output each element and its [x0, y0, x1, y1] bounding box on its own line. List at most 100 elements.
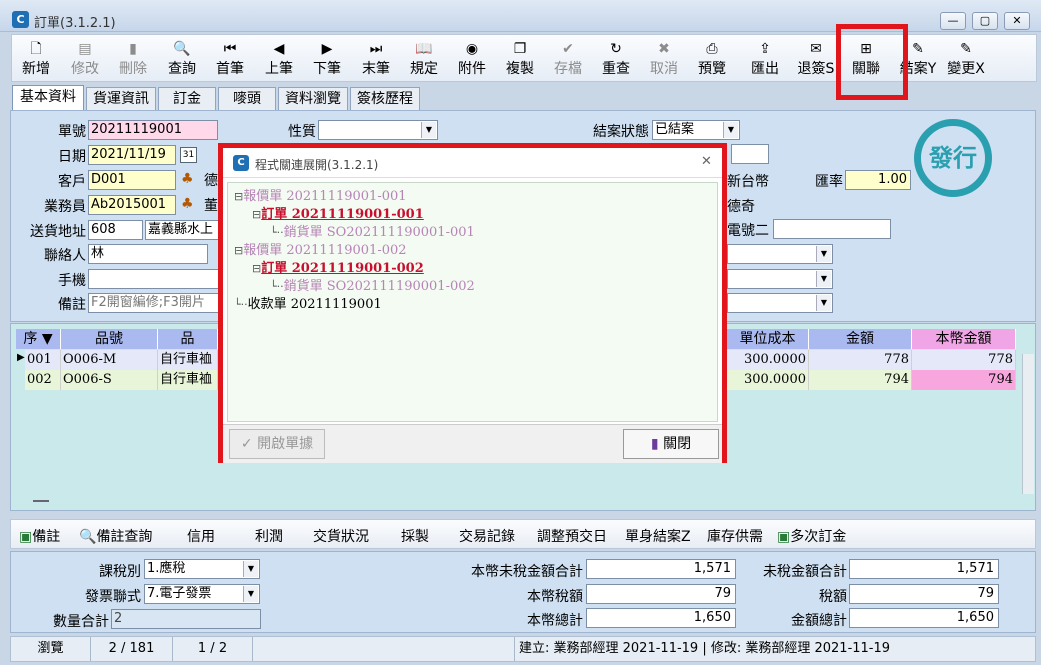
tree-node[interactable]: ⊟報價單 20211119001-001 [234, 185, 407, 204]
grid-cell-seq[interactable]: 002 [25, 370, 61, 390]
grid-cell-amount[interactable]: 778 [809, 350, 912, 370]
customer-lookup-icon[interactable]: ♣ [181, 171, 194, 187]
grid-header-item[interactable]: 品號 [61, 329, 158, 349]
toolbar-button-14[interactable]: ⎙ 預覽 [688, 35, 736, 81]
tab-1[interactable]: 貨運資訊 [86, 87, 156, 110]
close-dialog-button[interactable]: ▮ 關閉 [623, 429, 719, 459]
dropdown-icon-1[interactable]: ▼ [816, 246, 831, 262]
phone2-field[interactable] [773, 219, 891, 239]
toolbar-button-4[interactable]: ⏮ 首筆 [206, 35, 254, 81]
dialog-close-icon[interactable]: ✕ [701, 154, 712, 169]
grid-cell-item[interactable]: O006-S [61, 370, 158, 390]
tab-2[interactable]: 訂金 [158, 87, 216, 110]
detail-toolbar-item-9[interactable]: 庫存供需 [707, 526, 763, 546]
tab-0[interactable]: 基本資料 [12, 85, 84, 110]
toolbar-button-2[interactable]: ▮ 刪除 [109, 35, 157, 81]
toolbar-button-3[interactable]: 🔍 查詢 [158, 35, 206, 81]
customer-field[interactable]: D001 [88, 170, 176, 190]
toolbar-button-7[interactable]: ⏭ 末筆 [352, 35, 400, 81]
grid-cell-base-amount[interactable]: 778 [912, 350, 1016, 370]
toolbar-button-6[interactable]: ▶ 下筆 [303, 35, 351, 81]
detail-toolbar-item-3[interactable]: 利潤 [255, 526, 283, 546]
grid-cell-amount[interactable]: 794 [809, 370, 912, 390]
toolbar-button-15[interactable]: ⇪ 匯出 [739, 35, 791, 81]
toolbar-button-1[interactable]: ▤ 修改 [61, 35, 109, 81]
calendar-icon[interactable]: 31 [180, 147, 197, 163]
detail-toolbar-item-1[interactable]: 🔍備註查詢 [79, 526, 152, 546]
tax-type-dropdown-icon[interactable]: ▼ [243, 561, 258, 577]
invoice-dropdown-icon[interactable]: ▼ [243, 586, 258, 602]
tree-node-label[interactable]: 收款單 20211119001 [248, 297, 382, 312]
grid-cell-cost[interactable]: 300.0000 [727, 350, 809, 370]
detail-toolbar-item-6[interactable]: 交易記錄 [459, 526, 515, 546]
grid-cell-name[interactable]: 自行車裇 [158, 370, 218, 390]
date-field[interactable]: 2021/11/19 [88, 145, 176, 165]
grid-cell-name[interactable]: 自行車裇 [158, 350, 218, 370]
toolbar-button-9[interactable]: ◉ 附件 [448, 35, 496, 81]
maximize-button[interactable]: ▢ [972, 12, 998, 30]
nature-select[interactable] [318, 120, 438, 140]
tree-node[interactable]: └··銷貨單 SO202111190001-002 [270, 275, 475, 294]
detail-toolbar-item-4[interactable]: 交貨狀況 [313, 526, 369, 546]
field-partial-1[interactable] [731, 144, 769, 164]
grid-cell-seq[interactable]: 001 [25, 350, 61, 370]
tree-node[interactable]: └··銷貨單 SO202111190001-001 [270, 221, 475, 240]
grid-cell-cost[interactable]: 300.0000 [727, 370, 809, 390]
open-document-button[interactable]: ✓ 開啟單據 [229, 429, 325, 459]
toolbar-button-12[interactable]: ↻ 重查 [592, 35, 640, 81]
toolbar-button-11[interactable]: ✔ 存檔 [544, 35, 592, 81]
tree-node-label[interactable]: 銷貨單 SO202111190001-002 [284, 279, 475, 294]
grid-header-base-amount[interactable]: 本幣金額 [912, 329, 1016, 349]
status-dropdown-icon[interactable]: ▼ [723, 122, 738, 138]
dropdown-icon-2[interactable]: ▼ [816, 271, 831, 287]
rate-field[interactable]: 1.00 [845, 170, 911, 190]
dropdown-icon-3[interactable]: ▼ [816, 295, 831, 311]
detail-toolbar-item-7[interactable]: 調整預交日 [537, 526, 607, 546]
detail-toolbar-item-5[interactable]: 採製 [401, 526, 429, 546]
tree-node[interactable]: ⊟報價單 20211119001-002 [234, 239, 407, 258]
tree-node-label[interactable]: 訂單 20211119001-001 [261, 207, 424, 222]
grid-header-name[interactable]: 品 [158, 329, 218, 349]
grid-cell-item[interactable]: O006-M [61, 350, 158, 370]
contact-field[interactable]: 林 [88, 244, 208, 264]
toolbar-button-5[interactable]: ◀ 上筆 [255, 35, 303, 81]
tree-node-label[interactable]: 報價單 20211119001-001 [243, 189, 406, 204]
collapse-icon[interactable]: ⊟ [234, 244, 243, 257]
remark-field[interactable]: F2開窗編修;F3開片 [88, 293, 228, 313]
tree-node[interactable]: └··收款單 20211119001 [234, 293, 382, 312]
order-no-field[interactable]: 20211119001 [88, 120, 218, 140]
tree-node-label[interactable]: 報價單 20211119001-002 [243, 243, 406, 258]
mobile-field[interactable] [88, 269, 228, 289]
toolbar-button-0[interactable]: 🗋 新增 [12, 35, 60, 81]
toolbar-button-13[interactable]: ✖ 取消 [640, 35, 688, 81]
detail-toolbar-item-2[interactable]: 信用 [187, 526, 215, 546]
collapse-icon[interactable]: ⊟ [252, 208, 261, 221]
tree-node[interactable]: ⊟訂單 20211119001-002 [252, 257, 424, 276]
grid-cell-base-amount[interactable]: 794 [912, 370, 1016, 390]
minimize-button[interactable]: — [940, 12, 966, 30]
toolbar-button-10[interactable]: ❐ 複製 [496, 35, 544, 81]
grid-header-seq[interactable]: 序 ▼ [16, 329, 61, 349]
tab-5[interactable]: 簽核歷程 [350, 87, 420, 110]
sales-field[interactable]: Ab2015001 [88, 195, 176, 215]
grid-header-cost[interactable]: 單位成本 [727, 329, 809, 349]
address-code-field[interactable]: 608 [88, 220, 143, 240]
detail-toolbar-item-8[interactable]: 單身結案Z [625, 526, 691, 546]
toolbar-button-16[interactable]: ✉ 退簽S [790, 35, 842, 81]
tab-3[interactable]: 嘜頭 [218, 87, 276, 110]
detail-toolbar-item-0[interactable]: ▣備註 [19, 526, 60, 546]
collapse-icon[interactable]: ⊟ [252, 262, 261, 275]
tree-node-label[interactable]: 銷貨單 SO202111190001-001 [284, 225, 475, 240]
tree-node[interactable]: ⊟訂單 20211119001-001 [252, 203, 424, 222]
toolbar-button-8[interactable]: 📖 規定 [400, 35, 448, 81]
detail-toolbar-item-10[interactable]: ▣多次訂金 [777, 526, 846, 546]
nature-dropdown-icon[interactable]: ▼ [421, 122, 436, 138]
toolbar-button-19[interactable]: ✎ 變更X [940, 35, 992, 81]
tree-node-label[interactable]: 訂單 20211119001-002 [261, 261, 424, 276]
grid-header-amount[interactable]: 金額 [809, 329, 912, 349]
tab-4[interactable]: 資料瀏覽 [278, 87, 348, 110]
collapse-icon[interactable]: ⊟ [234, 190, 243, 203]
close-window-button[interactable]: ✕ [1004, 12, 1030, 30]
sales-lookup-icon[interactable]: ♣ [181, 196, 194, 212]
grid-scrollbar[interactable] [1022, 354, 1034, 494]
